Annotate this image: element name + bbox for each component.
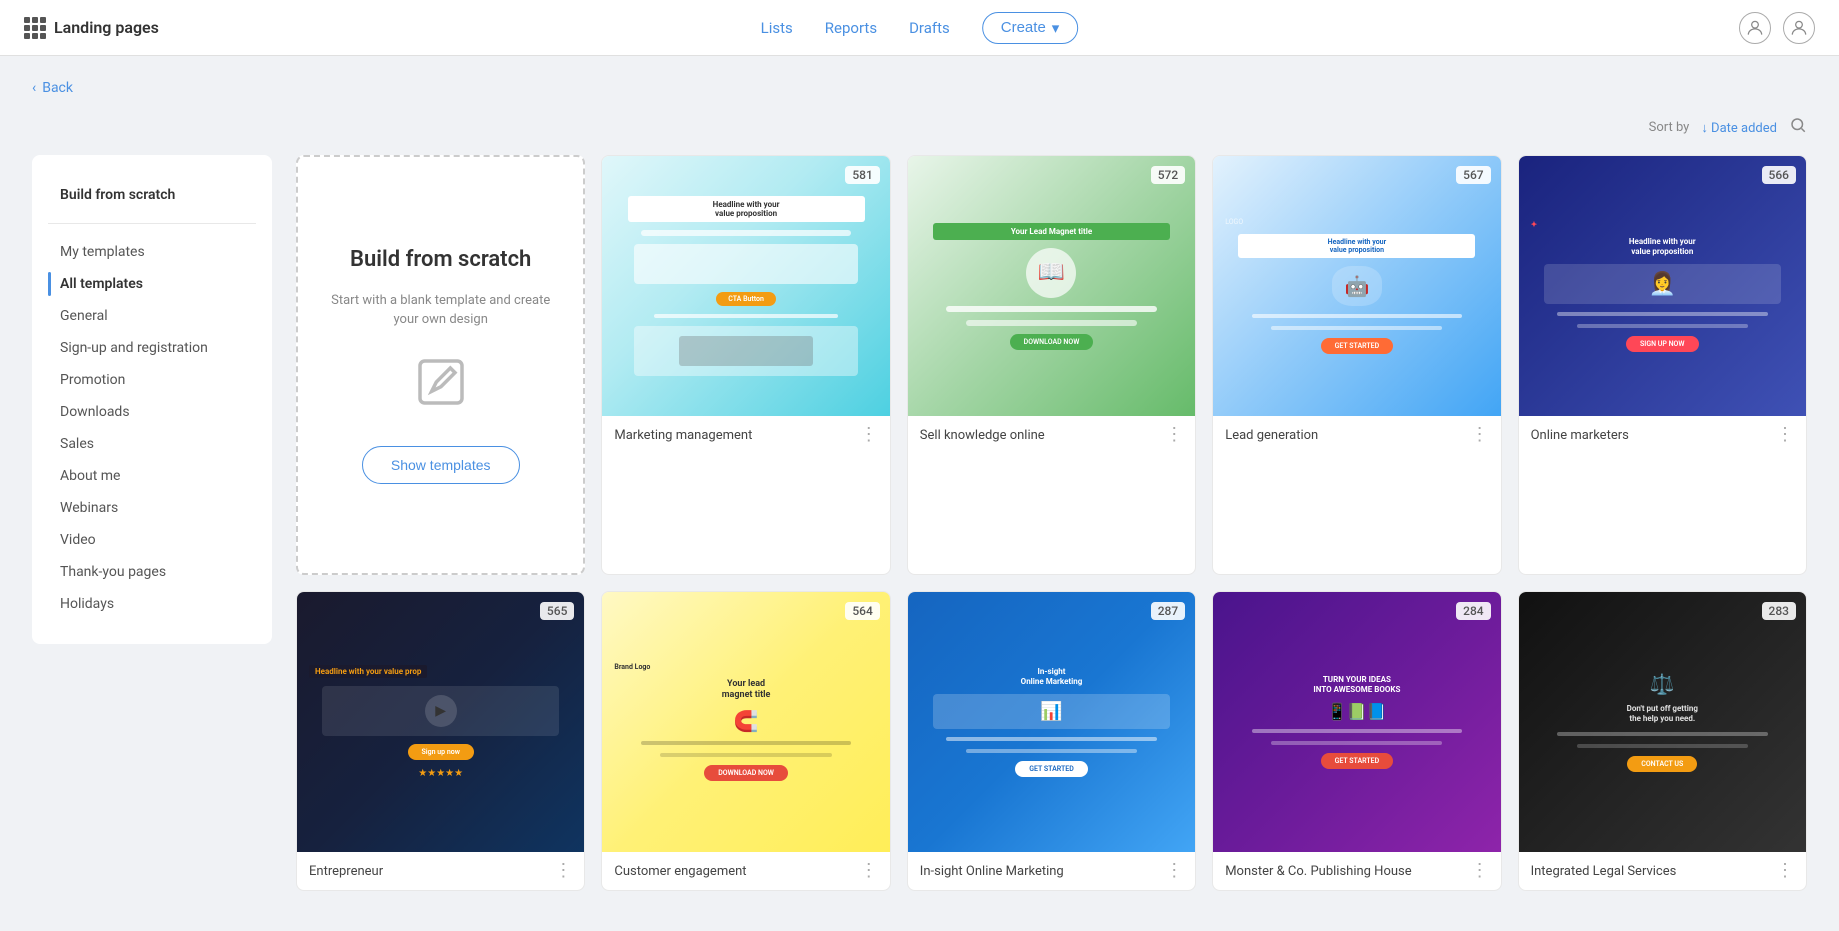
avatar[interactable] <box>1739 12 1771 44</box>
nav-right <box>1739 12 1815 44</box>
back-arrow-icon: ‹ <box>32 80 36 96</box>
build-from-scratch-card[interactable]: Build from scratch Start with a blank te… <box>296 155 585 575</box>
sidebar-item-sales[interactable]: Sales <box>48 428 256 460</box>
sidebar-item-all-templates[interactable]: All templates <box>48 268 256 300</box>
card-menu-icon-lead[interactable]: ⋮ <box>1471 426 1489 444</box>
template-name-customer: Customer engagement <box>614 864 746 879</box>
template-name-monster: Monster & Co. Publishing House <box>1225 864 1411 879</box>
count-badge-lead: 567 <box>1456 166 1490 184</box>
sidebar-item-about-me[interactable]: About me <box>48 460 256 492</box>
sidebar-item-signup-registration[interactable]: Sign-up and registration <box>48 332 256 364</box>
nav-reports[interactable]: Reports <box>825 19 877 37</box>
sidebar-item-video[interactable]: Video <box>48 524 256 556</box>
top-bar: Sort by ↓ Date added <box>32 116 1807 139</box>
card-thumbnail-sell: 572 Your Lead Magnet title 📖 DOWNLOAD NO… <box>908 156 1195 416</box>
template-name-online: Online marketers <box>1531 428 1629 443</box>
card-thumbnail-marketing: 581 Headline with yourvalue proposition … <box>602 156 889 416</box>
template-card-entrepreneur[interactable]: 565 Headline with your value prop ▶ Sign… <box>296 591 585 891</box>
sidebar-item-downloads[interactable]: Downloads <box>48 396 256 428</box>
template-card-online-marketers[interactable]: 566 ✦ Headline with yourvalue propositio… <box>1518 155 1807 575</box>
template-name-marketing: Marketing management <box>614 428 752 443</box>
card-footer-monster: Monster & Co. Publishing House ⋮ <box>1213 852 1500 890</box>
app-logo: Landing pages <box>24 17 159 39</box>
template-card-legal[interactable]: 283 ⚖️ Don't put off gettingthe help you… <box>1518 591 1807 891</box>
template-name-legal: Integrated Legal Services <box>1531 864 1677 879</box>
card-footer-sell: Sell knowledge online ⋮ <box>908 416 1195 454</box>
card-thumbnail-online: 566 ✦ Headline with yourvalue propositio… <box>1519 156 1806 416</box>
chevron-down-icon: ▾ <box>1052 19 1060 37</box>
template-name-sell: Sell knowledge online <box>920 428 1045 443</box>
card-menu-icon-sell[interactable]: ⋮ <box>1165 426 1183 444</box>
template-name-insight: In-sight Online Marketing <box>920 864 1064 879</box>
card-thumbnail-legal: 283 ⚖️ Don't put off gettingthe help you… <box>1519 592 1806 852</box>
nav-drafts[interactable]: Drafts <box>909 19 950 37</box>
sidebar-item-general[interactable]: General <box>48 300 256 332</box>
templates-grid: Build from scratch Start with a blank te… <box>296 155 1807 907</box>
count-badge-insight: 287 <box>1151 602 1185 620</box>
sidebar-item-promotion[interactable]: Promotion <box>48 364 256 396</box>
grid-row-1: Build from scratch Start with a blank te… <box>296 155 1807 575</box>
nav-center: Lists Reports Drafts Create ▾ <box>761 12 1079 44</box>
template-card-sell-knowledge[interactable]: 572 Your Lead Magnet title 📖 DOWNLOAD NO… <box>907 155 1196 575</box>
template-name-entrepreneur: Entrepreneur <box>309 864 383 879</box>
count-badge-online: 566 <box>1762 166 1796 184</box>
count-badge-marketing: 581 <box>845 166 879 184</box>
sidebar-divider-1 <box>48 223 256 224</box>
app-title: Landing pages <box>54 18 159 37</box>
card-footer-lead: Lead generation ⋮ <box>1213 416 1500 454</box>
card-menu-icon-online[interactable]: ⋮ <box>1776 426 1794 444</box>
card-menu-icon-insight[interactable]: ⋮ <box>1165 862 1183 880</box>
count-badge-entrepreneur: 565 <box>540 602 574 620</box>
card-thumbnail-lead: 567 LOGO Headline with yourvalue proposi… <box>1213 156 1500 416</box>
grid-row-2: 565 Headline with your value prop ▶ Sign… <box>296 591 1807 891</box>
template-card-monster[interactable]: 284 TURN YOUR IDEASINTO AWESOME BOOKS 📱📗… <box>1212 591 1501 891</box>
nav-lists[interactable]: Lists <box>761 19 793 37</box>
sidebar: Build from scratch My templates All temp… <box>32 155 272 644</box>
show-templates-button[interactable]: Show templates <box>362 446 520 484</box>
card-thumbnail-monster: 284 TURN YOUR IDEASINTO AWESOME BOOKS 📱📗… <box>1213 592 1500 852</box>
card-footer-customer: Customer engagement ⋮ <box>602 852 889 890</box>
sidebar-item-holidays[interactable]: Holidays <box>48 588 256 620</box>
card-footer-entrepreneur: Entrepreneur ⋮ <box>297 852 584 890</box>
create-button[interactable]: Create ▾ <box>982 12 1079 44</box>
template-name-lead: Lead generation <box>1225 428 1318 443</box>
scratch-card-title: Build from scratch <box>350 246 531 275</box>
card-footer-insight: In-sight Online Marketing ⋮ <box>908 852 1195 890</box>
sidebar-item-webinars[interactable]: Webinars <box>48 492 256 524</box>
count-badge-legal: 283 <box>1762 602 1796 620</box>
card-menu-icon-entrepreneur[interactable]: ⋮ <box>554 862 572 880</box>
card-menu-icon-monster[interactable]: ⋮ <box>1471 862 1489 880</box>
card-thumbnail-customer: 564 Brand Logo Your leadmagnet title 🧲 D… <box>602 592 889 852</box>
card-footer-marketing: Marketing management ⋮ <box>602 416 889 454</box>
sidebar-build-from-scratch[interactable]: Build from scratch <box>48 179 256 211</box>
count-badge-sell: 572 <box>1151 166 1185 184</box>
card-footer-legal: Integrated Legal Services ⋮ <box>1519 852 1806 890</box>
card-menu-icon-legal[interactable]: ⋮ <box>1776 862 1794 880</box>
main-content: ‹ Back Sort by ↓ Date added Build from s… <box>0 56 1839 931</box>
card-thumbnail-entrepreneur: 565 Headline with your value prop ▶ Sign… <box>297 592 584 852</box>
count-badge-customer: 564 <box>845 602 879 620</box>
count-badge-monster: 284 <box>1456 602 1490 620</box>
top-navigation: Landing pages Lists Reports Drafts Creat… <box>0 0 1839 56</box>
card-menu-icon[interactable]: ⋮ <box>860 426 878 444</box>
card-menu-icon-customer[interactable]: ⋮ <box>860 862 878 880</box>
sidebar-item-my-templates[interactable]: My templates <box>48 236 256 268</box>
template-card-customer-engagement[interactable]: 564 Brand Logo Your leadmagnet title 🧲 D… <box>601 591 890 891</box>
content-area: Build from scratch My templates All temp… <box>32 155 1807 907</box>
sort-by-label: Sort by <box>1649 120 1690 135</box>
sidebar-item-thank-you[interactable]: Thank-you pages <box>48 556 256 588</box>
template-card-insight[interactable]: 287 In-sightOnline Marketing 📊 GET START… <box>907 591 1196 891</box>
avatar-alt[interactable] <box>1783 12 1815 44</box>
sort-value[interactable]: ↓ Date added <box>1701 120 1777 136</box>
template-card-marketing-management[interactable]: 581 Headline with yourvalue proposition … <box>601 155 890 575</box>
pencil-box-icon <box>413 354 469 422</box>
card-footer-online: Online marketers ⋮ <box>1519 416 1806 454</box>
back-link[interactable]: ‹ Back <box>32 80 1807 96</box>
template-card-lead-gen[interactable]: 567 LOGO Headline with yourvalue proposi… <box>1212 155 1501 575</box>
scratch-card-subtitle: Start with a blank template and create y… <box>322 291 559 330</box>
search-icon[interactable] <box>1789 116 1807 139</box>
grid-icon <box>24 17 46 39</box>
card-thumbnail-insight: 287 In-sightOnline Marketing 📊 GET START… <box>908 592 1195 852</box>
